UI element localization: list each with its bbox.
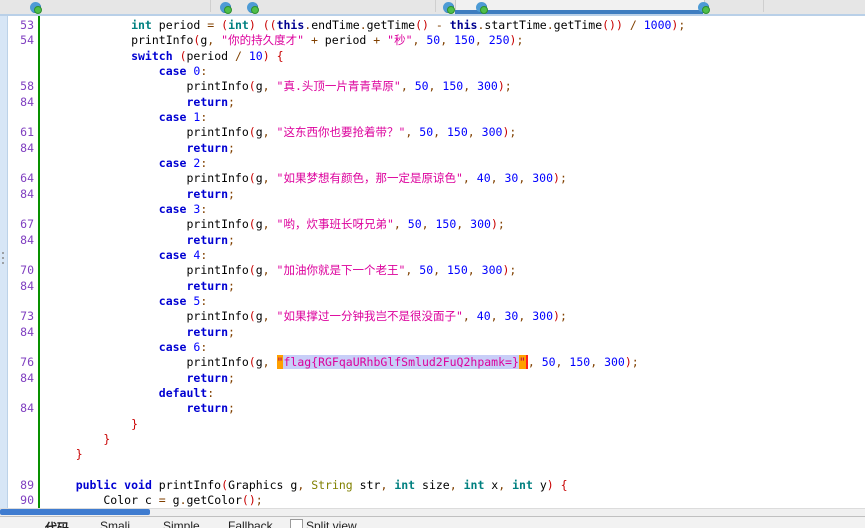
line-number: 53 bbox=[8, 18, 34, 33]
line-number: 84 bbox=[8, 279, 34, 294]
code-line: printInfo(g, "真.头顶一片青青草原", 50, 150, 300)… bbox=[48, 79, 865, 94]
code-line: printInfo(g, "哟，炊事班长呀兄弟", 50, 150, 300); bbox=[48, 217, 865, 232]
code-editor[interactable]: int period = (int) ((this.endTime.getTim… bbox=[40, 16, 865, 516]
line-number: 67 bbox=[8, 217, 34, 232]
code-line: return; bbox=[48, 141, 865, 156]
class-icon-icon[interactable] bbox=[443, 2, 454, 13]
code-line: printInfo(g, "这东西你也要抢着带？", 50, 150, 300)… bbox=[48, 125, 865, 140]
view-tab-fallback[interactable]: Fallback bbox=[228, 519, 273, 528]
line-number bbox=[8, 340, 34, 355]
tab-selected-underline bbox=[455, 10, 703, 14]
tab-bar[interactable] bbox=[0, 0, 865, 16]
tab-separator bbox=[435, 0, 436, 12]
code-line: return; bbox=[48, 279, 865, 294]
bottom-bar: 代码 Smali Simple Fallback Split view bbox=[0, 516, 865, 528]
line-number: 70 bbox=[8, 263, 34, 278]
horizontal-scrollbar[interactable] bbox=[0, 508, 865, 516]
code-line: case 1: bbox=[48, 110, 865, 125]
line-number bbox=[8, 64, 34, 79]
jadx-window: 53545884618464846784708473847684848990 i… bbox=[0, 0, 865, 528]
line-number: 84 bbox=[8, 187, 34, 202]
line-number bbox=[8, 110, 34, 125]
class-icon-icon[interactable] bbox=[247, 2, 258, 13]
code-line: case 4: bbox=[48, 248, 865, 263]
line-number bbox=[8, 202, 34, 217]
line-number bbox=[8, 49, 34, 64]
flag-string-highlight[interactable]: flag{RGFqaURhbGlfSmlud2FuQ2hpamk=} bbox=[283, 355, 518, 369]
line-number bbox=[8, 432, 34, 447]
code-line: return; bbox=[48, 325, 865, 340]
code-line: int period = (int) ((this.endTime.getTim… bbox=[48, 18, 865, 33]
line-number: 84 bbox=[8, 95, 34, 110]
view-tab-simple[interactable]: Simple bbox=[163, 519, 200, 528]
editor-area: 53545884618464846784708473847684848990 i… bbox=[0, 16, 865, 516]
code-line: case 6: bbox=[48, 340, 865, 355]
code-line: return; bbox=[48, 187, 865, 202]
code-line: printInfo(g, "你的持久度才" + period + "秒", 50… bbox=[48, 33, 865, 48]
line-number-gutter: 53545884618464846784708473847684848990 bbox=[8, 16, 38, 516]
line-number bbox=[8, 248, 34, 263]
line-number bbox=[8, 447, 34, 462]
code-line: case 3: bbox=[48, 202, 865, 217]
line-number: 73 bbox=[8, 309, 34, 324]
split-view-checkbox[interactable] bbox=[290, 519, 303, 528]
line-number: 58 bbox=[8, 79, 34, 94]
splitter-grip-icon[interactable] bbox=[2, 252, 4, 264]
code-line: case 2: bbox=[48, 156, 865, 171]
line-number bbox=[8, 294, 34, 309]
line-number bbox=[8, 156, 34, 171]
line-number: 89 bbox=[8, 478, 34, 493]
line-number: 84 bbox=[8, 325, 34, 340]
split-view-label: Split view bbox=[306, 519, 357, 528]
scrollbar-thumb[interactable] bbox=[0, 509, 150, 515]
code-line: printInfo(g, "如果撑过一分钟我岂不是很没面子", 40, 30, … bbox=[48, 309, 865, 324]
view-tab-code[interactable]: 代码 bbox=[45, 519, 69, 528]
code-line: return; bbox=[48, 233, 865, 248]
class-icon-icon[interactable] bbox=[698, 2, 709, 13]
code-line: printInfo(g, "flag{RGFqaURhbGlfSmlud2FuQ… bbox=[48, 355, 865, 370]
code-line: return; bbox=[48, 401, 865, 416]
code-line: } bbox=[48, 447, 865, 462]
tab-separator bbox=[210, 0, 211, 12]
code-line: return; bbox=[48, 371, 865, 386]
split-handle[interactable] bbox=[0, 16, 8, 516]
line-number: 84 bbox=[8, 233, 34, 248]
class-icon-icon[interactable] bbox=[220, 2, 231, 13]
view-tab-smali[interactable]: Smali bbox=[100, 519, 130, 528]
line-number: 76 bbox=[8, 355, 34, 370]
line-number bbox=[8, 417, 34, 432]
line-number: 61 bbox=[8, 125, 34, 140]
line-number: 54 bbox=[8, 33, 34, 48]
code-line: case 0: bbox=[48, 64, 865, 79]
code-line: default: bbox=[48, 386, 865, 401]
search-match-quote: " bbox=[519, 355, 528, 369]
line-number: 64 bbox=[8, 171, 34, 186]
code-line: Color c = g.getColor(); bbox=[48, 493, 865, 508]
code-line: switch (period / 10) { bbox=[48, 49, 865, 64]
line-number: 90 bbox=[8, 493, 34, 508]
code-line: return; bbox=[48, 95, 865, 110]
tab-separator bbox=[763, 0, 764, 12]
class-icon-icon[interactable] bbox=[30, 2, 41, 13]
line-number bbox=[8, 463, 34, 478]
code-line: case 5: bbox=[48, 294, 865, 309]
code-line: } bbox=[48, 432, 865, 447]
line-number: 84 bbox=[8, 371, 34, 386]
line-number: 84 bbox=[8, 141, 34, 156]
class-icon-icon[interactable] bbox=[476, 2, 487, 13]
code-line bbox=[48, 463, 865, 478]
code-line: printInfo(g, "加油你就是下一个老王", 50, 150, 300)… bbox=[48, 263, 865, 278]
line-number: 84 bbox=[8, 401, 34, 416]
code-line: } bbox=[48, 417, 865, 432]
code-line: printInfo(g, "如果梦想有颜色，那一定是原谅色", 40, 30, … bbox=[48, 171, 865, 186]
line-number bbox=[8, 386, 34, 401]
code-line: public void printInfo(Graphics g, String… bbox=[48, 478, 865, 493]
